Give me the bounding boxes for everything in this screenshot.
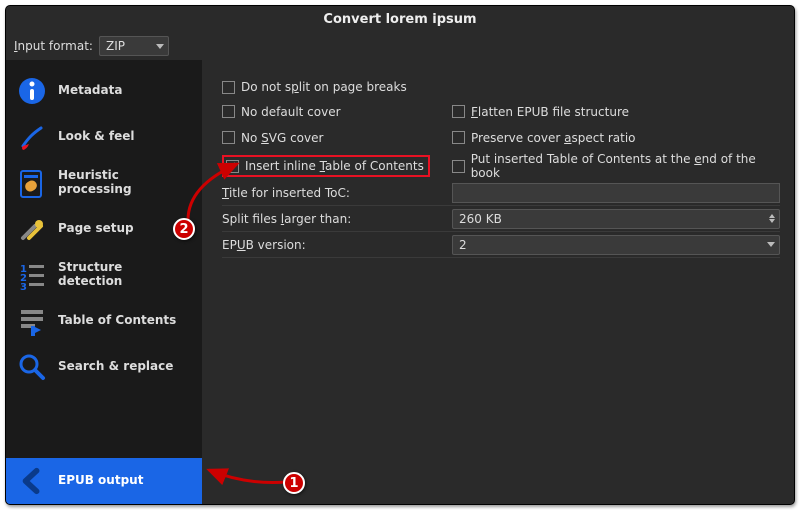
sidebar-item-label: Search & replace	[58, 360, 173, 374]
chevron-left-icon	[16, 465, 48, 497]
checkbox-box	[222, 131, 235, 144]
checkbox-inline-toc[interactable]: ✓ Insert inline Table of Contents	[226, 159, 424, 173]
chevron-down-icon	[767, 242, 775, 247]
spinner-arrows	[769, 214, 775, 223]
sidebar-item-look-feel[interactable]: Look & feel	[6, 114, 202, 160]
row-cover-flatten: No default cover Flatten EPUB file struc…	[222, 100, 780, 126]
sidebar-item-label: Metadata	[58, 84, 122, 98]
checkbox-label: Do not split on page breaks	[241, 80, 407, 94]
brush-icon	[16, 121, 48, 153]
checkbox-preserve-aspect[interactable]: Preserve cover aspect ratio	[452, 131, 636, 145]
checkbox-box	[452, 105, 465, 118]
sidebar-item-metadata[interactable]: Metadata	[6, 68, 202, 114]
checkbox-label: No default cover	[241, 105, 341, 119]
row-svg-aspect: No SVG cover Preserve cover aspect ratio	[222, 126, 780, 152]
checkbox-toc-end[interactable]: Put inserted Table of Contents at the en…	[452, 152, 780, 180]
checkbox-box	[222, 81, 235, 94]
checkbox-box: ✓	[226, 160, 239, 173]
annotation-highlight: ✓ Insert inline Table of Contents	[222, 155, 430, 177]
sidebar-item-epub-output[interactable]: EPUB output	[6, 458, 202, 504]
window-title: Convert lorem ipsum	[323, 12, 476, 27]
input-format-row: Input format: ZIP	[6, 32, 794, 60]
checkbox-label: No SVG cover	[241, 131, 323, 145]
checkbox-label: Put inserted Table of Contents at the en…	[471, 152, 780, 180]
checkbox-box	[222, 105, 235, 118]
sidebar-item-toc[interactable]: Table of Contents	[6, 298, 202, 344]
tools-icon	[16, 213, 48, 245]
row-inline-toc: ✓ Insert inline Table of Contents Put in…	[222, 152, 780, 180]
row-epub-version: EPUB version: 2	[222, 232, 780, 258]
checkbox-flatten[interactable]: Flatten EPUB file structure	[452, 105, 629, 119]
sidebar-item-label: Page setup	[58, 222, 134, 236]
sidebar-item-label: Structure detection	[58, 261, 188, 289]
info-icon	[16, 75, 48, 107]
chevron-down-icon	[156, 44, 164, 49]
checkbox-label: Preserve cover aspect ratio	[471, 131, 636, 145]
convert-dialog: Convert lorem ipsum Input format: ZIP Me…	[5, 5, 795, 505]
sidebar-item-label: EPUB output	[58, 474, 143, 488]
annotation-marker-2: 2	[173, 218, 195, 240]
dialog-body: Metadata Look & feel Heuristic processin…	[6, 60, 794, 504]
list-numbers-icon: 123	[16, 259, 48, 291]
annotation-marker-1: 1	[283, 472, 305, 494]
row-split-size: Split files larger than: 260 KB	[222, 206, 780, 232]
checkbox-no-default-cover[interactable]: No default cover	[222, 105, 341, 119]
toc-icon	[16, 305, 48, 337]
sidebar-item-search-replace[interactable]: Search & replace	[6, 344, 202, 390]
titlebar: Convert lorem ipsum	[6, 6, 794, 32]
search-icon	[16, 351, 48, 383]
label-toc-title: Title for inserted ToC:	[222, 186, 432, 200]
spinner-split-size[interactable]: 260 KB	[452, 209, 780, 229]
label-epub-version: EPUB version:	[222, 238, 432, 252]
epub-output-panel: Do not split on page breaks No default c…	[202, 60, 794, 504]
sidebar-item-heuristic[interactable]: Heuristic processing	[6, 160, 202, 206]
checkbox-label: Insert inline Table of Contents	[245, 159, 424, 173]
sidebar-item-label: Table of Contents	[58, 314, 176, 328]
sidebar-item-label: Heuristic processing	[58, 169, 188, 197]
sidebar-item-structure[interactable]: 123 Structure detection	[6, 252, 202, 298]
input-format-value: ZIP	[106, 39, 125, 53]
input-format-label: Input format:	[14, 39, 93, 53]
row-no-split: Do not split on page breaks	[222, 74, 780, 100]
checkbox-label: Flatten EPUB file structure	[471, 105, 629, 119]
sidebar: Metadata Look & feel Heuristic processin…	[6, 60, 202, 504]
combo-epub-version[interactable]: 2	[452, 235, 780, 255]
checkbox-no-svg[interactable]: No SVG cover	[222, 131, 323, 145]
sidebar-item-label: Look & feel	[58, 130, 135, 144]
checkbox-box	[452, 131, 465, 144]
label-split-size: Split files larger than:	[222, 212, 432, 226]
checkbox-no-split[interactable]: Do not split on page breaks	[222, 80, 407, 94]
input-toc-title[interactable]	[452, 183, 780, 203]
input-format-combo[interactable]: ZIP	[99, 36, 169, 56]
svg-text:3: 3	[20, 282, 27, 290]
row-toc-title: Title for inserted ToC:	[222, 180, 780, 206]
checkbox-box	[452, 160, 465, 173]
split-size-value: 260 KB	[459, 212, 502, 226]
epub-version-value: 2	[459, 238, 467, 252]
bandage-icon	[16, 167, 48, 199]
